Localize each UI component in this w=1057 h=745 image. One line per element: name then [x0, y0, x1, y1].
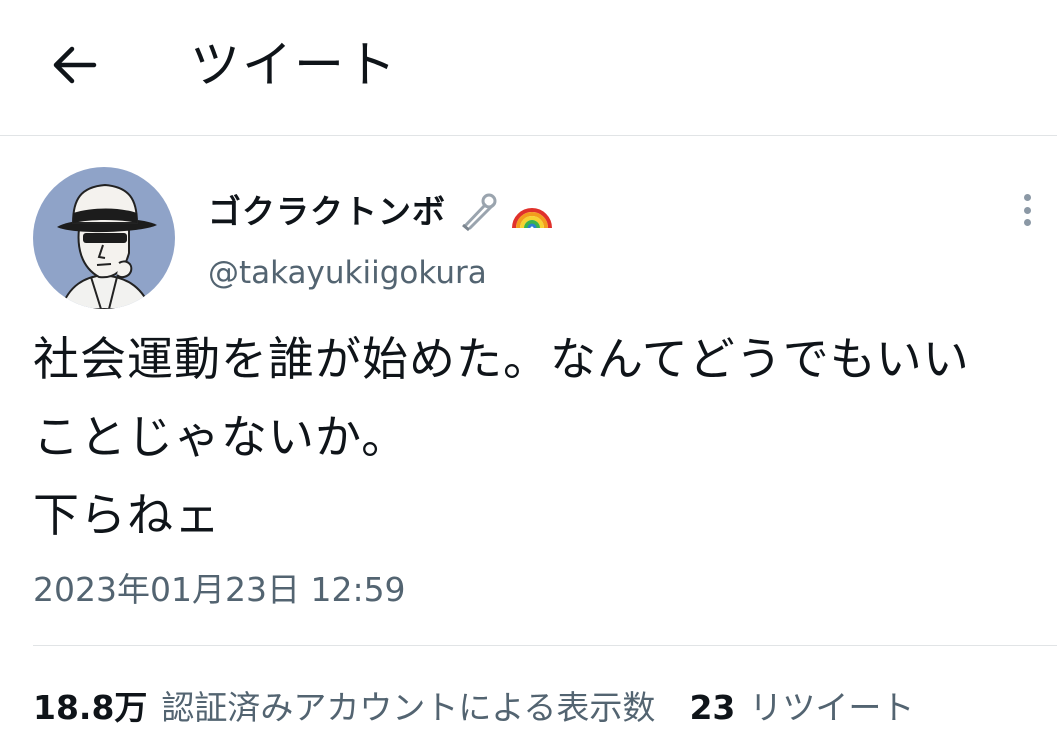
- views-count: 18.8万: [33, 688, 148, 727]
- retweets-label: リツイート: [749, 688, 915, 727]
- more-vertical-icon: [1023, 194, 1031, 201]
- tweet-timestamp[interactable]: 2023年01月23日 12:59: [33, 567, 406, 613]
- avatar[interactable]: [33, 167, 175, 309]
- back-button[interactable]: [46, 40, 102, 90]
- top-bar: ツイート: [0, 0, 1057, 136]
- tweet-text: 社会運動を誰が始めた。なんてどうでもいい ことじゃないか。 下らねェ: [33, 332, 970, 542]
- rainbow-icon: [510, 192, 554, 232]
- views-label: 認証済みアカウントによる表示数: [161, 688, 656, 727]
- retweets-count: 23: [689, 688, 736, 727]
- tweet-stats: 18.8万 認証済みアカウントによる表示数 23 リツイート: [33, 685, 914, 731]
- divider: [33, 645, 1057, 646]
- author-name-row: ゴクラクトンボ: [208, 189, 554, 235]
- hat-man-illustration: [33, 167, 175, 309]
- arrow-left-icon: [53, 46, 97, 84]
- safety-pin-icon: [458, 192, 498, 232]
- views-stat[interactable]: 18.8万 認証済みアカウントによる表示数: [33, 685, 655, 731]
- author-handle[interactable]: @takayukiigokura: [208, 251, 487, 295]
- author-display-name[interactable]: ゴクラクトンボ: [208, 189, 446, 235]
- more-button[interactable]: [1010, 192, 1044, 228]
- tweet: ゴクラクトンボ @takayukiigokura 社会運動を誰が始めた。なんてど: [0, 137, 1057, 745]
- page-title: ツイート: [190, 36, 398, 94]
- retweets-stat[interactable]: 23 リツイート: [689, 685, 914, 731]
